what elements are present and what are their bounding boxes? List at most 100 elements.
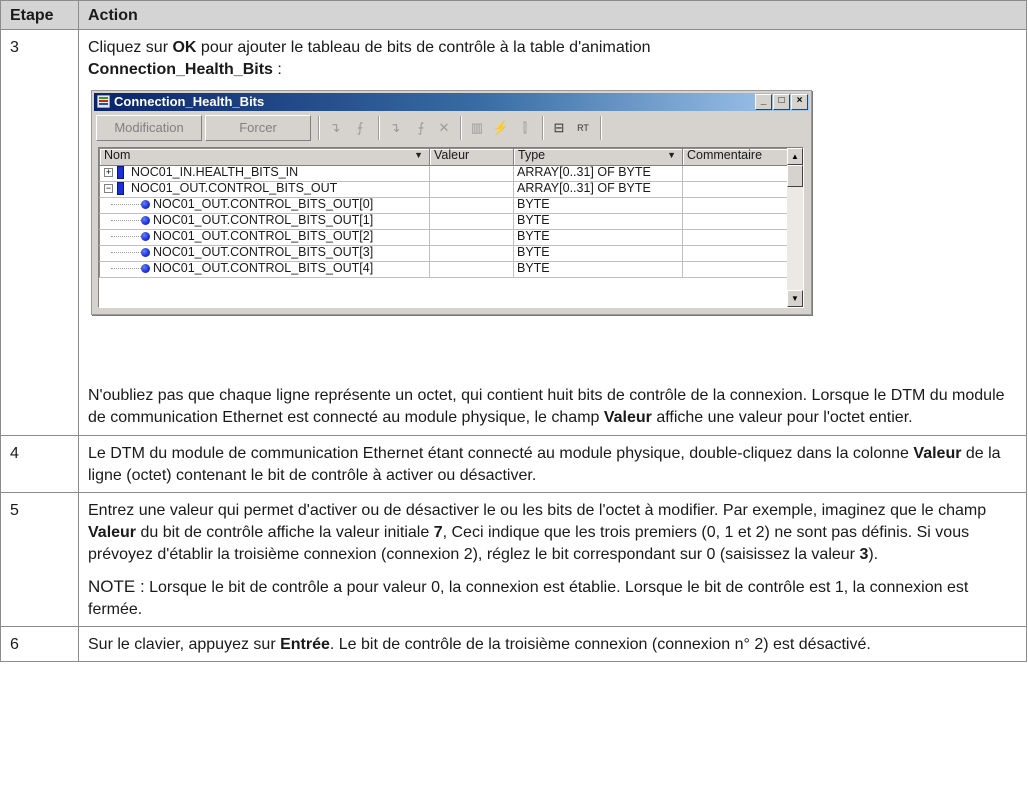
step-number: 6 [0, 626, 79, 662]
hex-view-icon[interactable]: ⊟ [550, 119, 568, 137]
window-controls: _ □ × [754, 94, 808, 110]
comment-cell[interactable] [682, 213, 788, 230]
column-commentaire[interactable]: Commentaire [682, 148, 788, 166]
byte-variable-icon [141, 200, 150, 210]
variable-name-cell[interactable]: NOC01_OUT.CONTROL_BITS_OUT[4] [99, 261, 430, 278]
window-titlebar[interactable]: Connection_Health_Bits _ □ × [94, 93, 809, 111]
value-cell[interactable] [429, 229, 514, 246]
table-row[interactable]: NOC01_OUT.CONTROL_BITS_OUT[4] BYTE [99, 261, 788, 278]
step3-intro: Cliquez sur OK pour ajouter le tableau d… [88, 37, 1017, 81]
window-toolbar: Modification Forcer ↴ ⨍ ↴ ⨍ ✕ ▥ ⚡ ⫿ ⊟ RT [96, 114, 807, 142]
vertical-scrollbar[interactable]: ▲ ▼ [787, 148, 803, 307]
tree-connector [111, 231, 141, 237]
scroll-up-icon[interactable]: ▲ [787, 148, 803, 165]
variable-name-cell[interactable]: NOC01_OUT.CONTROL_BITS_OUT[3] [99, 245, 430, 262]
step-number: 3 [0, 29, 79, 436]
variable-name: NOC01_OUT.CONTROL_BITS_OUT[3] [153, 245, 374, 259]
forcer-button[interactable]: Forcer [205, 115, 311, 141]
grid-header-row: Nom ▼ Valeur Type ▼ Commentaire [99, 148, 788, 166]
table-row[interactable]: NOC01_OUT.CONTROL_BITS_OUT[2] BYTE [99, 229, 788, 246]
tree-connector [111, 215, 141, 221]
step3-note: N'oubliez pas que chaque ligne représent… [88, 385, 1017, 429]
force-set-icon[interactable]: ↴ [386, 119, 404, 137]
minimize-button[interactable]: _ [755, 94, 772, 110]
variable-name-cell[interactable]: + NOC01_IN.HEALTH_BITS_IN [99, 165, 430, 182]
toolbar-separator [600, 116, 602, 140]
maximize-button[interactable]: □ [773, 94, 790, 110]
text: ). [868, 546, 879, 563]
type-cell: ARRAY[0..31] OF BYTE [513, 181, 683, 198]
variables-grid: Nom ▼ Valeur Type ▼ Commentaire + NOC01_IN.… [98, 147, 804, 308]
value-cell[interactable] [429, 165, 514, 182]
table-row[interactable]: NOC01_OUT.CONTROL_BITS_OUT[3] BYTE [99, 245, 788, 262]
step5-text: Entrez une valeur qui permet d'activer o… [88, 500, 1017, 566]
value-cell[interactable] [429, 261, 514, 278]
modification-button[interactable]: Modification [96, 115, 202, 141]
animation-table-window: Connection_Health_Bits _ □ × Modificatio… [91, 90, 812, 315]
dropdown-arrow-icon[interactable]: ▼ [414, 149, 423, 162]
variable-name: NOC01_OUT.CONTROL_BITS_OUT[1] [153, 213, 374, 227]
toolbar-separator [542, 116, 544, 140]
variable-name-cell[interactable]: − NOC01_OUT.CONTROL_BITS_OUT [99, 181, 430, 198]
value-cell[interactable] [429, 181, 514, 198]
column-valeur[interactable]: Valeur [429, 148, 514, 166]
text: pour ajouter le tableau de bits de contr… [196, 39, 651, 56]
step-row-4: 4 Le DTM du module de communication Ethe… [0, 435, 1027, 493]
scroll-thumb[interactable] [787, 165, 803, 187]
comment-cell[interactable] [682, 197, 788, 214]
column-nom[interactable]: Nom ▼ [99, 148, 430, 166]
valeur-keyword: Valeur [88, 524, 137, 541]
text: Sur le clavier, appuyez sur [88, 636, 281, 653]
type-cell: BYTE [513, 197, 683, 214]
step4-text: Le DTM du module de communication Ethern… [88, 443, 1017, 487]
force-edge-icon[interactable]: ⨍ [412, 119, 430, 137]
close-button[interactable]: × [791, 94, 808, 110]
step-action: Cliquez sur OK pour ajouter le tableau d… [78, 29, 1027, 436]
expand-icon[interactable]: + [104, 168, 113, 178]
column-type[interactable]: Type ▼ [513, 148, 683, 166]
table-row[interactable]: + NOC01_IN.HEALTH_BITS_IN ARRAY[0..31] OF … [99, 165, 788, 182]
scroll-down-icon[interactable]: ▼ [787, 290, 803, 307]
dropdown-arrow-icon[interactable]: ▼ [667, 149, 676, 162]
collapse-icon[interactable]: − [104, 184, 113, 194]
comment-cell[interactable] [682, 181, 788, 198]
byte-variable-icon [141, 264, 150, 274]
comment-cell[interactable] [682, 261, 788, 278]
variable-name-cell[interactable]: NOC01_OUT.CONTROL_BITS_OUT[1] [99, 213, 430, 230]
procedure-table: Etape Action 3 Cliquez sur OK pour ajout… [0, 0, 1027, 662]
column-view-icon[interactable]: ▥ [468, 119, 486, 137]
set-bit-icon[interactable]: ↴ [326, 119, 344, 137]
column-label: Nom [104, 148, 131, 162]
column-label: Commentaire [687, 148, 763, 162]
text: Lorsque le bit de contrôle a pour valeur… [88, 579, 969, 618]
toolbar-separator [460, 116, 462, 140]
text: du bit de contrôle affiche la valeur ini… [136, 524, 434, 541]
value-cell[interactable] [429, 197, 514, 214]
rt-icon[interactable]: RT [574, 119, 592, 137]
byte-variable-icon [141, 232, 150, 242]
note-label: NOTE : [88, 577, 145, 596]
step-action: Le DTM du module de communication Ethern… [78, 435, 1027, 493]
value-cell[interactable] [429, 245, 514, 262]
table-name: Connection_Health_Bits [88, 61, 273, 78]
value-cell[interactable] [429, 213, 514, 230]
comment-cell[interactable] [682, 165, 788, 182]
unforce-icon[interactable]: ✕ [435, 119, 453, 137]
entree-keyword: Entrée [280, 636, 330, 653]
comment-cell[interactable] [682, 245, 788, 262]
type-cell: BYTE [513, 261, 683, 278]
rising-edge-icon[interactable]: ⨍ [351, 119, 369, 137]
text: Cliquez sur [88, 39, 173, 56]
type-cell: BYTE [513, 229, 683, 246]
bracket-icon[interactable]: ⫿ [516, 119, 534, 137]
lightning-icon[interactable]: ⚡ [492, 119, 510, 137]
table-header-row: Etape Action [0, 0, 1027, 30]
table-row[interactable]: − NOC01_OUT.CONTROL_BITS_OUT ARRAY[0..31] … [99, 181, 788, 198]
type-cell: ARRAY[0..31] OF BYTE [513, 165, 683, 182]
table-row[interactable]: NOC01_OUT.CONTROL_BITS_OUT[0] BYTE [99, 197, 788, 214]
variable-name-cell[interactable]: NOC01_OUT.CONTROL_BITS_OUT[0] [99, 197, 430, 214]
variable-name-cell[interactable]: NOC01_OUT.CONTROL_BITS_OUT[2] [99, 229, 430, 246]
column-label: Valeur [434, 148, 470, 162]
table-row[interactable]: NOC01_OUT.CONTROL_BITS_OUT[1] BYTE [99, 213, 788, 230]
comment-cell[interactable] [682, 229, 788, 246]
